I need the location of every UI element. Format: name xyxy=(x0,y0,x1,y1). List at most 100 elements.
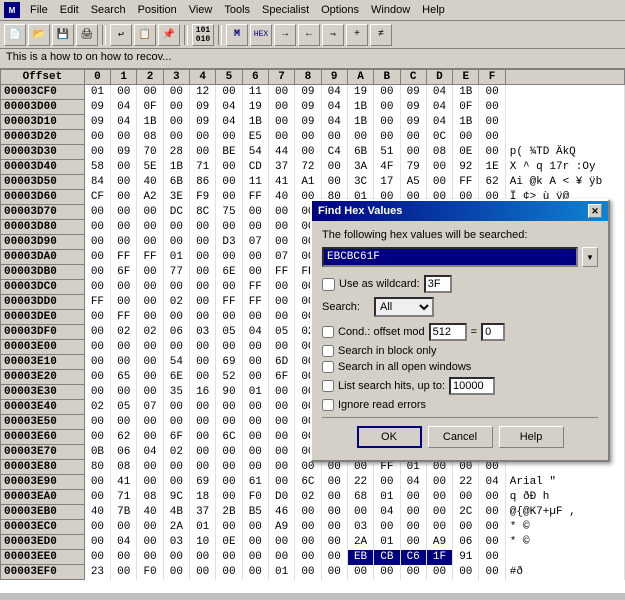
cell-hex[interactable]: 03 xyxy=(347,520,373,535)
cell-hex[interactable]: 4B xyxy=(163,505,189,520)
cell-hex[interactable]: 00 xyxy=(479,535,505,550)
cell-hex[interactable]: 00 xyxy=(400,490,426,505)
cell-hex[interactable]: 02 xyxy=(111,325,137,340)
cell-hex[interactable]: 00 xyxy=(479,145,505,160)
cell-hex[interactable]: 00 xyxy=(163,220,189,235)
cell-hex[interactable]: 02 xyxy=(163,445,189,460)
cell-hex[interactable]: 54 xyxy=(242,145,268,160)
cell-hex[interactable]: 00 xyxy=(84,220,110,235)
cell-hex[interactable]: 00 xyxy=(190,265,216,280)
menu-item-view[interactable]: View xyxy=(183,2,219,18)
diff-button[interactable]: ≠ xyxy=(370,24,392,46)
cell-hex[interactable]: 40 xyxy=(137,175,163,190)
cell-hex[interactable]: 09 xyxy=(400,100,426,115)
cell-hex[interactable]: 00 xyxy=(479,490,505,505)
cell-hex[interactable]: 00 xyxy=(190,355,216,370)
find-hex-button[interactable]: HEX xyxy=(250,24,272,46)
cond-eq-input[interactable] xyxy=(481,323,505,341)
cell-hex[interactable]: 00 xyxy=(190,415,216,430)
cell-hex[interactable]: 46 xyxy=(268,505,294,520)
cell-hex[interactable]: 00 xyxy=(137,265,163,280)
menu-item-options[interactable]: Options xyxy=(315,2,365,18)
cell-hex[interactable]: 01 xyxy=(190,520,216,535)
cell-hex[interactable]: 1B xyxy=(453,85,479,100)
cell-hex[interactable]: 00 xyxy=(426,565,452,580)
cell-hex[interactable]: 00 xyxy=(374,475,400,490)
cell-hex[interactable]: 6C xyxy=(216,430,242,445)
cell-hex[interactable]: 2C xyxy=(453,505,479,520)
cell-hex[interactable]: D3 xyxy=(216,235,242,250)
cell-hex[interactable]: 00 xyxy=(268,100,294,115)
cell-hex[interactable]: 00 xyxy=(242,520,268,535)
cell-hex[interactable]: 17 xyxy=(374,175,400,190)
paste-button[interactable]: 📌 xyxy=(158,24,180,46)
cell-hex[interactable]: 00 xyxy=(216,130,242,145)
cell-hex[interactable]: A5 xyxy=(400,175,426,190)
cell-hex[interactable]: A1 xyxy=(295,175,321,190)
cell-hex[interactable]: 3E xyxy=(163,190,189,205)
cell-hex[interactable]: 00 xyxy=(190,340,216,355)
cell-hex[interactable]: 01 xyxy=(242,385,268,400)
cell-hex[interactable]: 01 xyxy=(268,565,294,580)
menu-item-window[interactable]: Window xyxy=(365,2,416,18)
cell-hex[interactable]: 00 xyxy=(242,310,268,325)
cell-hex[interactable]: 00 xyxy=(84,475,110,490)
cell-hex[interactable]: 00 xyxy=(84,370,110,385)
cell-hex[interactable]: 75 xyxy=(216,205,242,220)
cell-hex[interactable]: FF xyxy=(242,295,268,310)
cell-hex[interactable]: 37 xyxy=(268,160,294,175)
cell-hex[interactable]: 8C xyxy=(190,205,216,220)
cell-hex[interactable]: 2A xyxy=(347,535,373,550)
cell-hex[interactable]: 00 xyxy=(137,235,163,250)
cell-hex[interactable]: FF xyxy=(268,265,294,280)
cell-hex[interactable]: 00 xyxy=(268,445,294,460)
cell-hex[interactable]: 04 xyxy=(479,475,505,490)
cell-hex[interactable]: 00 xyxy=(137,520,163,535)
cell-hex[interactable]: 03 xyxy=(190,325,216,340)
cell-hex[interactable]: 40 xyxy=(137,505,163,520)
cell-hex[interactable]: 00 xyxy=(242,370,268,385)
cell-hex[interactable]: 00 xyxy=(84,145,110,160)
cell-hex[interactable]: 00 xyxy=(111,415,137,430)
cell-hex[interactable]: 00 xyxy=(374,100,400,115)
cell-hex[interactable]: 00 xyxy=(216,175,242,190)
cell-hex[interactable]: 00 xyxy=(242,265,268,280)
cell-hex[interactable]: 00 xyxy=(400,130,426,145)
cell-hex[interactable]: 00 xyxy=(216,475,242,490)
cell-hex[interactable]: 07 xyxy=(242,235,268,250)
cell-hex[interactable]: 00 xyxy=(111,85,137,100)
menu-item-position[interactable]: Position xyxy=(132,2,183,18)
cell-hex[interactable]: 51 xyxy=(374,145,400,160)
cell-hex[interactable]: 40 xyxy=(268,190,294,205)
cell-hex[interactable]: 00 xyxy=(190,250,216,265)
ok-button[interactable]: OK xyxy=(357,426,422,448)
cell-hex[interactable]: 00 xyxy=(426,175,452,190)
ignore-errors-checkbox[interactable] xyxy=(322,399,334,411)
cell-hex[interactable]: 19 xyxy=(347,85,373,100)
cell-hex[interactable]: 44 xyxy=(268,145,294,160)
search-block-checkbox[interactable] xyxy=(322,345,334,357)
calc-button[interactable]: + xyxy=(346,24,368,46)
cell-hex[interactable]: 00 xyxy=(216,400,242,415)
cell-hex[interactable]: 19 xyxy=(242,100,268,115)
cell-hex[interactable]: 06 xyxy=(111,445,137,460)
cell-hex[interactable]: 00 xyxy=(163,475,189,490)
cell-hex[interactable]: 00 xyxy=(111,355,137,370)
cell-hex[interactable]: 09 xyxy=(400,85,426,100)
cell-hex[interactable]: 37 xyxy=(190,505,216,520)
cell-hex[interactable]: 07 xyxy=(137,400,163,415)
menu-item-tools[interactable]: Tools xyxy=(218,2,256,18)
cond-checkbox[interactable] xyxy=(322,326,334,338)
cell-hex[interactable]: CD xyxy=(242,160,268,175)
cell-hex[interactable]: 00 xyxy=(242,535,268,550)
cell-hex[interactable]: 00 xyxy=(111,520,137,535)
cell-hex[interactable]: 00 xyxy=(268,340,294,355)
cell-hex[interactable]: 00 xyxy=(111,175,137,190)
cell-hex[interactable]: E5 xyxy=(242,130,268,145)
cell-hex[interactable]: 1B xyxy=(137,115,163,130)
cell-hex[interactable]: 00 xyxy=(242,460,268,475)
wildcard-checkbox[interactable] xyxy=(322,278,335,291)
cell-hex[interactable]: 09 xyxy=(84,115,110,130)
cell-hex[interactable]: 00 xyxy=(111,220,137,235)
cell-hex[interactable]: 0C xyxy=(426,130,452,145)
